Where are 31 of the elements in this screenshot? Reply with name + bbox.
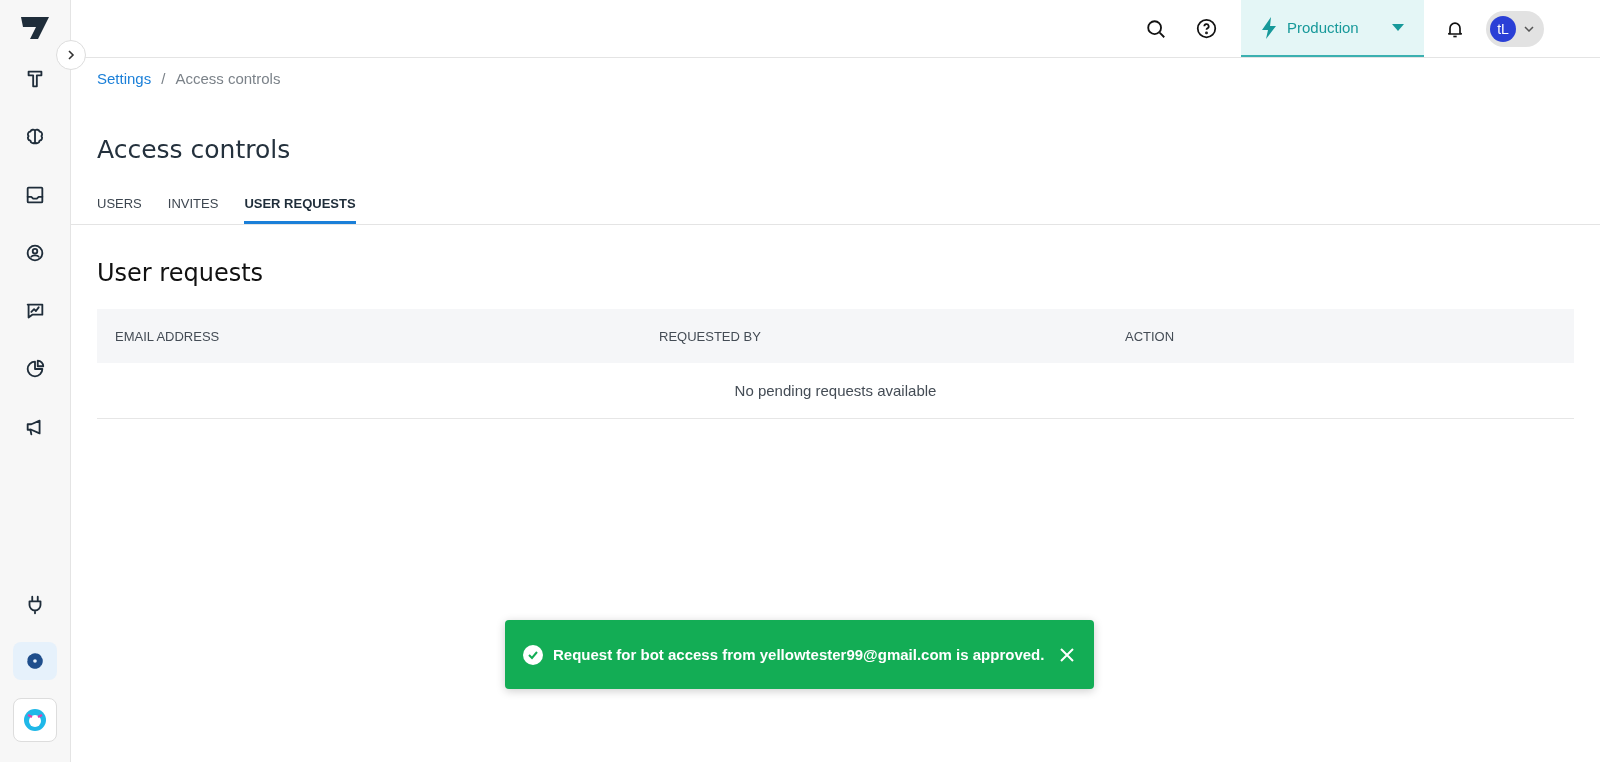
close-icon	[1060, 647, 1074, 662]
logo-icon	[20, 16, 50, 40]
check-circle-icon	[523, 644, 543, 665]
bot-avatar-icon	[23, 708, 47, 732]
chevron-down-icon	[1524, 25, 1534, 32]
inbox-icon	[24, 184, 46, 206]
tab[interactable]: USERS	[97, 196, 142, 224]
account-menu[interactable]: tL	[1486, 10, 1544, 47]
page-title: Access controls	[97, 135, 292, 164]
search-icon	[1145, 17, 1167, 40]
chevron-right-icon	[65, 49, 77, 61]
pie-chart-icon	[24, 358, 46, 380]
breadcrumb-link[interactable]: Settings	[97, 70, 152, 87]
toast-message: Request for bot access from yellowtester99@gmail.com is approved.	[553, 646, 1046, 663]
breadcrumb-separator: /	[161, 70, 166, 87]
sidebar-item[interactable]	[13, 642, 57, 680]
column-header: ACTION	[1125, 328, 1176, 344]
column-header: EMAIL ADDRESS	[115, 328, 221, 344]
caret-icon	[1392, 24, 1404, 31]
user-circle-icon	[24, 242, 46, 264]
help-icon	[1195, 18, 1217, 39]
close-button[interactable]	[1060, 647, 1074, 662]
lightning-icon	[1261, 16, 1277, 39]
empty-message: No pending requests available	[734, 382, 937, 399]
breadcrumb-current: Access controls	[175, 70, 281, 87]
column-header: REQUESTED BY	[659, 328, 762, 344]
tab[interactable]: USER REQUESTS	[244, 196, 356, 224]
user-avatar: tL	[1490, 15, 1516, 42]
tab[interactable]: INVITES	[167, 196, 219, 224]
section-title: User requests	[97, 259, 265, 287]
expand-button[interactable]	[56, 40, 86, 70]
